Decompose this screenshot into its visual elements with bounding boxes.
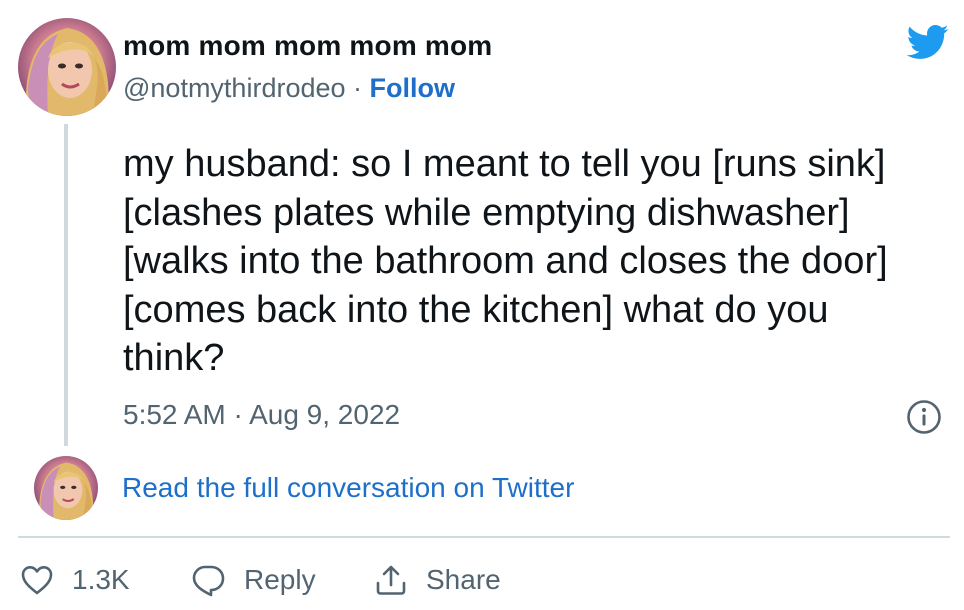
tweet-timestamp[interactable]: 5:52 AM · Aug 9, 2022 [123, 399, 400, 431]
author-handle-row: @notmythirdrodeo · Follow [123, 73, 455, 104]
avatar-photo-icon [34, 456, 98, 520]
speech-bubble-icon [192, 565, 225, 597]
reply-label: Reply [244, 564, 316, 595]
handle-separator: · [345, 73, 370, 103]
like-count: 1.3K [72, 564, 130, 595]
info-icon[interactable] [906, 399, 942, 435]
thread-line [64, 124, 68, 446]
tweet-text: my husband: so I meant to tell you [runs… [123, 143, 888, 379]
reply-avatar[interactable] [34, 456, 98, 520]
follow-link[interactable]: Follow [370, 73, 455, 103]
reply-button[interactable]: Reply [190, 560, 316, 600]
share-button[interactable]: Share [374, 560, 501, 600]
avatar-photo-icon [18, 18, 116, 116]
author-display-name[interactable]: mom mom mom mom mom [123, 30, 492, 62]
share-upload-icon [376, 565, 406, 595]
twitter-bird-icon[interactable] [902, 20, 952, 64]
author-handle[interactable]: @notmythirdrodeo [123, 73, 346, 103]
like-button[interactable]: 1.3K [20, 560, 130, 600]
tweet-embed-card: mom mom mom mom mom @notmythirdrodeo · F… [0, 0, 964, 610]
read-full-conversation-link[interactable]: Read the full conversation on Twitter [122, 472, 574, 504]
author-avatar[interactable] [18, 18, 116, 116]
share-label: Share [426, 564, 501, 595]
heart-icon [21, 566, 53, 595]
divider [18, 536, 950, 538]
